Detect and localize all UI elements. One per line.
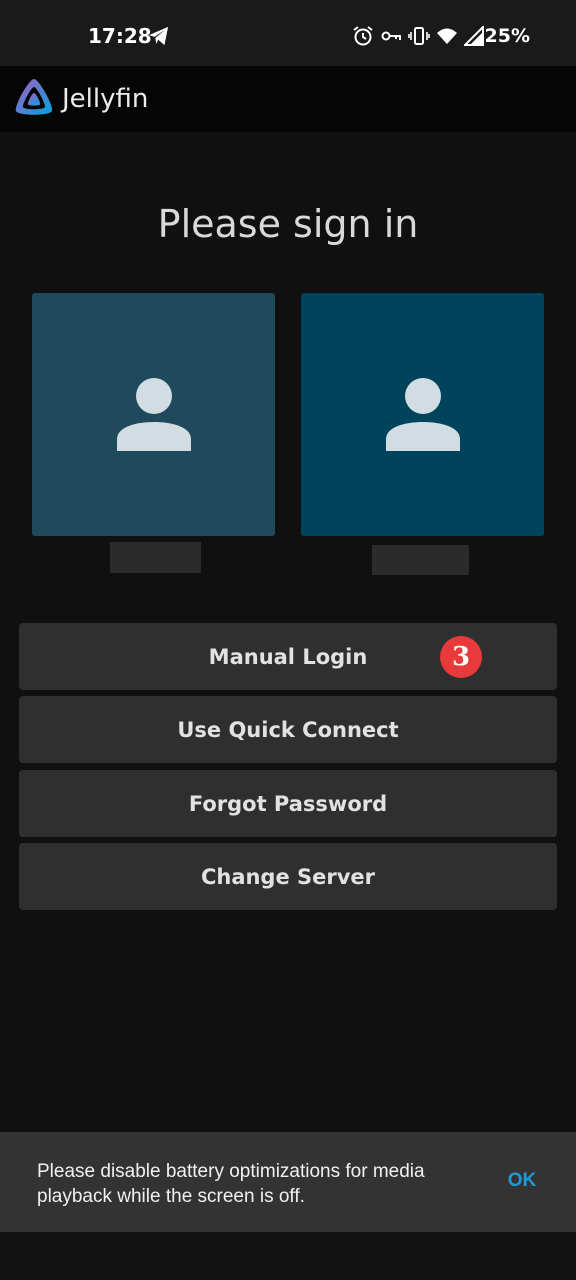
system-nav-bar	[0, 1232, 576, 1280]
snackbar: Please disable battery optimizations for…	[0, 1132, 576, 1232]
vibrate-icon	[408, 27, 430, 45]
page-title: Please sign in	[157, 202, 419, 246]
user-card[interactable]	[32, 293, 275, 536]
step-badge: 3	[440, 636, 482, 678]
signal-icon	[464, 26, 484, 46]
vpn-key-icon	[381, 31, 401, 41]
wifi-icon	[437, 28, 457, 44]
user-name	[372, 545, 469, 575]
quick-connect-button[interactable]: Use Quick Connect	[19, 696, 557, 763]
telegram-icon	[149, 26, 169, 46]
forgot-password-button[interactable]: Forgot Password	[19, 770, 557, 837]
status-time: 17:28	[88, 24, 152, 48]
status-icons	[352, 25, 484, 47]
alarm-icon	[353, 26, 373, 46]
snackbar-ok-button[interactable]: OK	[496, 1170, 548, 1192]
status-bar: 17:28 25%	[0, 0, 576, 66]
app-bar: Jellyfin	[0, 66, 576, 132]
user-name	[110, 542, 201, 573]
change-server-button[interactable]: Change Server	[19, 843, 557, 910]
person-icon	[117, 378, 191, 451]
person-icon	[386, 378, 460, 451]
app-title: Jellyfin	[62, 84, 149, 114]
battery-percent: 25%	[484, 25, 530, 47]
user-card[interactable]	[301, 293, 544, 536]
jellyfin-logo-icon	[15, 79, 53, 115]
snackbar-message: Please disable battery optimizations for…	[37, 1161, 425, 1207]
